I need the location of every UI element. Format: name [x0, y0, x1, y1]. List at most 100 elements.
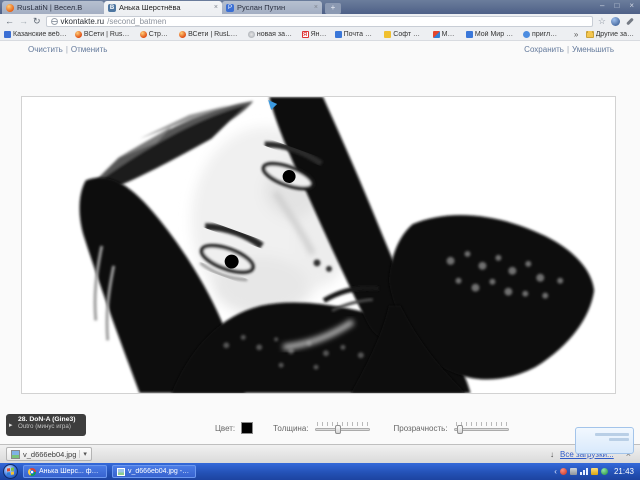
- slider-ticks: [456, 422, 507, 426]
- tab-close-icon[interactable]: ×: [314, 4, 318, 11]
- yandex-favicon-icon: Я: [302, 31, 309, 38]
- bookmark-star-icon[interactable]: ☆: [598, 16, 606, 26]
- firefox-favicon-icon: [6, 4, 14, 12]
- slider-ticks: [317, 422, 368, 426]
- bookmark-favicon-icon: [4, 31, 11, 38]
- update-tray-icon[interactable]: [591, 468, 598, 475]
- bookmark-favicon-icon: [140, 31, 147, 38]
- network-signal-icon[interactable]: [580, 468, 588, 475]
- start-button[interactable]: [3, 464, 18, 479]
- bookmark-favicon-icon: [384, 31, 391, 38]
- maximize-button[interactable]: □: [614, 0, 619, 12]
- tab-label: Руслан Путин: [237, 3, 311, 12]
- volume-tray-icon[interactable]: [570, 468, 577, 475]
- tab-anka-sherstneva[interactable]: В Анька Шерстнёва ×: [104, 1, 222, 14]
- bookmark-favicon-icon: [248, 31, 255, 38]
- photo-icon: [117, 468, 125, 476]
- track-subtitle: Outro (минус игра): [18, 423, 82, 430]
- vk-favicon-icon: В: [108, 4, 116, 12]
- bookmark-favicon-icon: [335, 31, 342, 38]
- bookmark-favicon-icon: [179, 31, 186, 38]
- toolbar-left-links: Очистить|Отменить: [28, 45, 107, 54]
- drawing-canvas[interactable]: [21, 96, 616, 394]
- bookmark-favicon-icon: [433, 31, 440, 38]
- tab-label: Анька Шерстнёва: [119, 3, 211, 12]
- desktop-screen: RusLatiN | Весел.В В Анька Шерстнёва × Р…: [0, 0, 640, 480]
- opacity-slider-thumb[interactable]: [457, 425, 463, 434]
- back-button[interactable]: ←: [5, 16, 14, 26]
- bookmarks-bar: Казанские веб-орган... ВСети | RusLati F…: [0, 28, 640, 41]
- tab-ruslatin[interactable]: RusLatiN | Весел.В: [2, 1, 104, 14]
- undo-link[interactable]: Отменить: [71, 45, 108, 54]
- bookmark-item[interactable]: Почта Mail.Ru: [335, 31, 377, 38]
- thickness-slider[interactable]: [315, 422, 370, 434]
- thickness-slider-thumb[interactable]: [335, 425, 341, 434]
- address-bar[interactable]: vkontakte.ru /second_batmen: [46, 16, 593, 27]
- taskbar-item-image[interactable]: v_d666eb04.jpg - П...: [112, 465, 196, 478]
- other-bookmarks-button[interactable]: Другие закладки: [586, 31, 636, 38]
- vk-graffiti-page: Очистить|Отменить Сохранить|Уменьшить: [0, 41, 640, 444]
- bookmark-item[interactable]: Мой Мир Mail.Ru: [466, 31, 515, 38]
- bookmark-favicon-icon: [75, 31, 82, 38]
- audio-player-popup[interactable]: ▸ 28. DoN-A (Gine3) Outro (минус игра): [6, 414, 86, 436]
- folder-icon: [586, 31, 593, 38]
- opacity-label: Прозрачность:: [394, 424, 448, 433]
- minimize-button[interactable]: –: [600, 0, 604, 12]
- taskbar-item-browser[interactable]: Анька Шерс... фото -...: [23, 465, 107, 478]
- close-button[interactable]: ×: [629, 0, 634, 12]
- page-favicon-icon: Р: [226, 4, 234, 12]
- browser-toolbar: ← → ↻ vkontakte.ru /second_batmen ☆: [0, 14, 640, 28]
- tray-chevron-icon[interactable]: ‹: [554, 467, 557, 476]
- play-icon[interactable]: ▸: [9, 421, 13, 429]
- taskbar-clock: 21:43: [614, 467, 634, 476]
- tab-ruslan-putin[interactable]: Р Руслан Путин ×: [222, 1, 322, 14]
- taskbar-item-label: Анька Шерс... фото -...: [39, 468, 102, 475]
- separator: |: [567, 45, 569, 54]
- bookmark-item[interactable]: ВСети | RusLati Folk: [75, 31, 132, 38]
- download-menu-chevron-icon[interactable]: ▾: [79, 450, 87, 458]
- color-swatch[interactable]: [241, 422, 253, 434]
- messenger-tray-icon[interactable]: [601, 468, 608, 475]
- system-tray: ‹ 21:43: [554, 467, 637, 476]
- color-label: Цвет:: [215, 424, 235, 433]
- clear-link[interactable]: Очистить: [28, 45, 63, 54]
- site-globe-icon: [51, 18, 58, 25]
- taskbar-item-label: v_d666eb04.jpg - П...: [128, 468, 191, 475]
- windows-taskbar: Анька Шерс... фото -... v_d666eb04.jpg -…: [0, 463, 640, 480]
- download-tooltip: [575, 427, 634, 454]
- bookmark-item[interactable]: пригласить: [523, 31, 558, 38]
- graffiti-controls: Цвет: Толщина: Прозрачность:: [215, 422, 513, 434]
- url-host: vkontakte.ru: [61, 17, 105, 26]
- bookmark-item[interactable]: ВСети | RusLatiN Folk: [179, 31, 240, 38]
- antivirus-tray-icon[interactable]: [560, 468, 567, 475]
- bookmark-item[interactable]: Страница: [140, 31, 171, 38]
- windows-flag-icon: [7, 468, 14, 476]
- tab-close-icon[interactable]: ×: [214, 4, 218, 11]
- tooltip-text-line: [609, 438, 629, 441]
- reload-button[interactable]: ↻: [33, 16, 41, 26]
- tab-label: RusLatiN | Весел.В: [17, 3, 100, 12]
- wrench-menu-icon[interactable]: [625, 16, 635, 26]
- bookmarks-overflow-chevron[interactable]: »: [574, 30, 578, 39]
- browser-tab-strip: RusLatiN | Весел.В В Анька Шерстнёва × Р…: [0, 0, 640, 14]
- bookmark-item-yandex[interactable]: ЯЯндекс: [302, 31, 327, 38]
- extension-icon[interactable]: [611, 17, 620, 26]
- graffiti-toolbar: Очистить|Отменить Сохранить|Уменьшить: [0, 41, 640, 54]
- opacity-slider[interactable]: [454, 422, 509, 434]
- bookmark-favicon-icon: [466, 31, 473, 38]
- downloaded-file-button[interactable]: v_d666eb04.jpg ▾: [6, 447, 92, 461]
- download-arrow-icon: ↓: [550, 450, 554, 459]
- new-tab-button[interactable]: +: [325, 3, 341, 14]
- download-file-name: v_d666eb04.jpg: [23, 450, 76, 459]
- bookmark-item[interactable]: Mail.Ru: [433, 31, 458, 38]
- image-file-icon: [11, 450, 20, 459]
- bookmark-item[interactable]: новая закладка: [248, 31, 294, 38]
- shrink-link[interactable]: Уменьшить: [572, 45, 614, 54]
- window-controls: – □ ×: [600, 0, 634, 12]
- bookmark-item[interactable]: Софт Mail.Ru: [384, 31, 424, 38]
- save-link[interactable]: Сохранить: [524, 45, 564, 54]
- track-title: 28. DoN-A (Gine3): [18, 416, 82, 423]
- bookmark-item[interactable]: Казанские веб-орган...: [4, 31, 67, 38]
- thickness-label: Толщина:: [273, 424, 308, 433]
- forward-button[interactable]: →: [19, 16, 28, 26]
